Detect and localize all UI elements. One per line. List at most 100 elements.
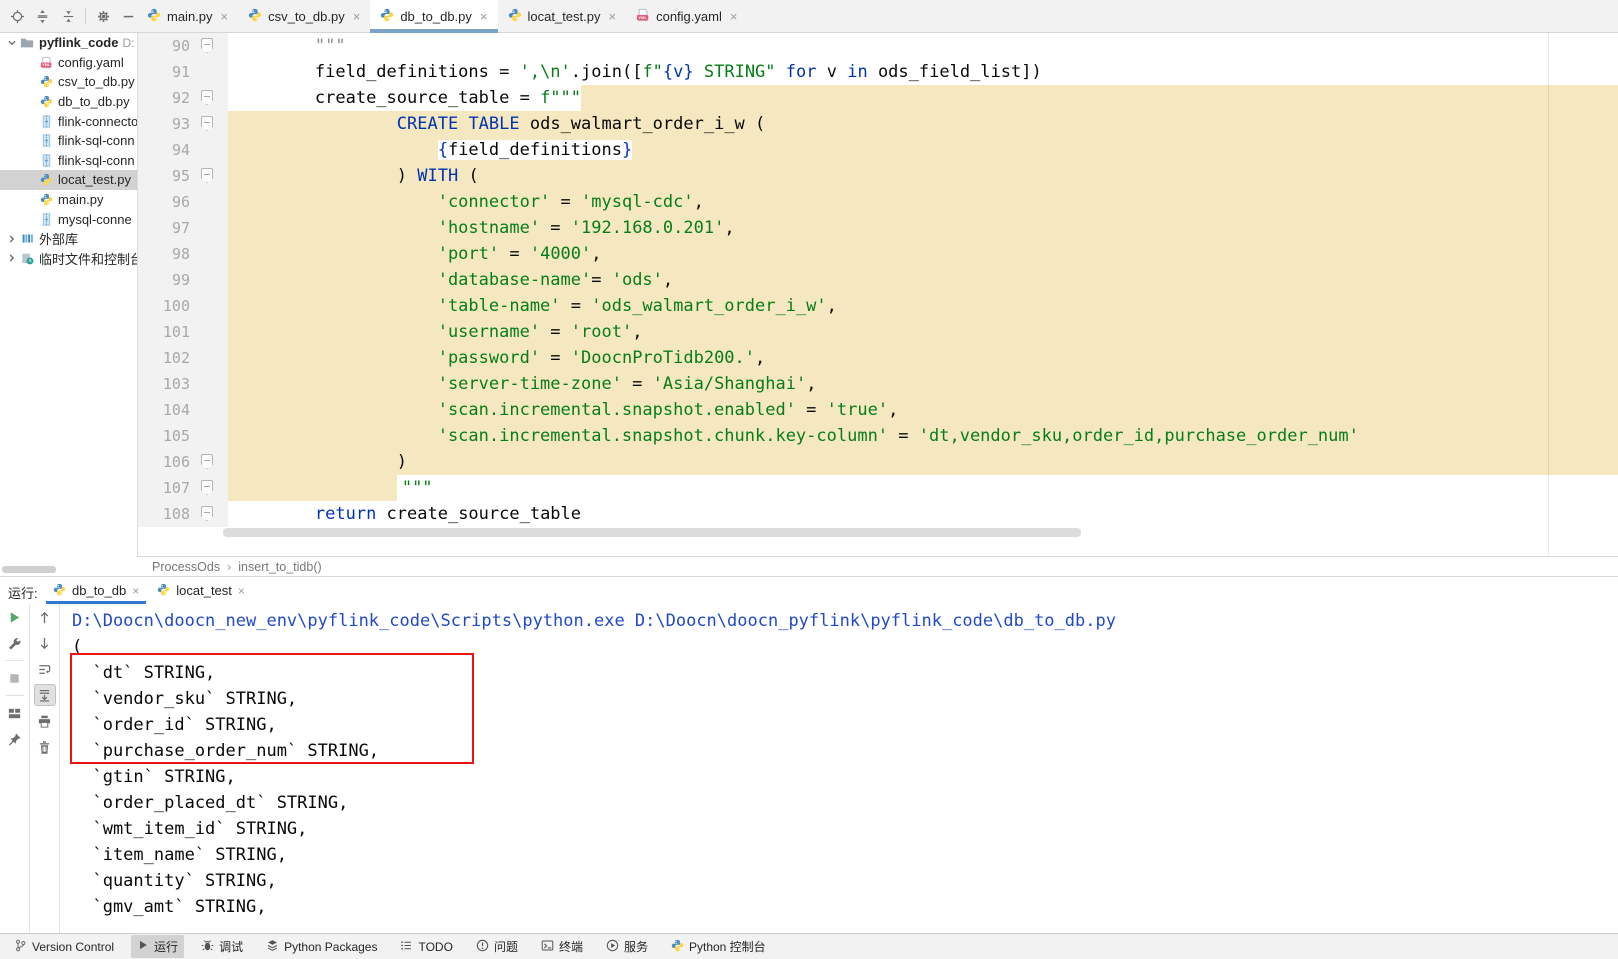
gutter-fold-column bbox=[194, 267, 228, 293]
pin-icon[interactable] bbox=[0, 726, 29, 752]
code-line-content[interactable]: """ bbox=[228, 33, 1618, 59]
chevron-right-icon[interactable] bbox=[5, 253, 19, 263]
code-line-content[interactable]: 'database-name'= 'ods', bbox=[228, 267, 1618, 293]
code-segment: in bbox=[847, 62, 868, 82]
todo-icon bbox=[400, 939, 413, 955]
code-line-content[interactable]: 'scan.incremental.snapshot.chunk.key-col… bbox=[228, 423, 1618, 449]
tree-item-locat_test.py[interactable]: locat_test.py bbox=[0, 170, 137, 190]
tab-config.yaml[interactable]: YML config.yaml × bbox=[626, 0, 747, 32]
code-segment: 'username' bbox=[437, 322, 541, 342]
chevron-down-icon[interactable] bbox=[5, 38, 19, 48]
arrow-down-icon[interactable] bbox=[30, 630, 59, 656]
stop-icon[interactable] bbox=[0, 665, 29, 691]
yaml-icon: YML bbox=[636, 8, 650, 25]
code-line-content[interactable]: 'server-time-zone' = 'Asia/Shanghai', bbox=[228, 371, 1618, 397]
close-icon[interactable]: × bbox=[221, 10, 229, 23]
tree-item-flink-sql-conn[interactable]: flink-sql-conn bbox=[0, 151, 137, 171]
code-line-content[interactable]: 'password' = 'DoocnProTidb200.', bbox=[228, 345, 1618, 371]
console-output[interactable]: D:\Doocn\doocn_new_env\pyflink_code\Scri… bbox=[60, 604, 1618, 933]
gear-icon[interactable] bbox=[95, 7, 111, 25]
project-hscrollbar-thumb[interactable] bbox=[2, 566, 56, 573]
code-line-content[interactable]: 'hostname' = '192.168.0.201', bbox=[228, 215, 1618, 241]
breadcrumb-item-class[interactable]: ProcessOds bbox=[152, 560, 220, 574]
status-item-Version Control[interactable]: Version Control bbox=[8, 936, 120, 958]
code-segment: .join([ bbox=[570, 62, 643, 82]
tab-main.py[interactable]: main.py × bbox=[137, 0, 238, 32]
code-line-content[interactable]: 'username' = 'root', bbox=[228, 319, 1618, 345]
status-item-Python 控制台[interactable]: Python 控制台 bbox=[665, 935, 772, 958]
tree-item-mysql-conne[interactable]: mysql-conne bbox=[0, 209, 137, 229]
fold-marker-icon[interactable] bbox=[201, 116, 213, 131]
fold-marker-icon[interactable] bbox=[201, 90, 213, 105]
code-line-content[interactable]: ) bbox=[228, 449, 1618, 475]
code-line-content[interactable]: return create_source_table bbox=[228, 501, 1618, 527]
tree-item-flink-sql-conn[interactable]: flink-sql-conn bbox=[0, 131, 137, 151]
close-icon[interactable]: × bbox=[609, 10, 617, 23]
rerun-play-icon[interactable] bbox=[0, 604, 29, 630]
status-bar: Version Control 运行 调试 Python Packages TODO 问题… bbox=[0, 933, 1618, 959]
scroll-to-end-icon[interactable] bbox=[33, 684, 56, 706]
code-line-content[interactable]: CREATE TABLE ods_walmart_order_i_w ( bbox=[228, 111, 1618, 137]
status-item-运行[interactable]: 运行 bbox=[131, 935, 185, 958]
hide-panel-icon[interactable] bbox=[121, 7, 137, 25]
code-line-content[interactable]: 'port' = '4000', bbox=[228, 241, 1618, 267]
close-icon[interactable]: × bbox=[730, 10, 738, 23]
code-line-content[interactable]: 'connector' = 'mysql-cdc', bbox=[228, 189, 1618, 215]
line-number: 107 bbox=[138, 475, 194, 501]
code-line-content[interactable]: 'scan.incremental.snapshot.enabled' = 't… bbox=[228, 397, 1618, 423]
code-segment: ) bbox=[396, 166, 418, 186]
code-editor[interactable]: 90 """ 91 field_definitions = ',\n'.join(… bbox=[137, 33, 1618, 556]
breadcrumb-item-method[interactable]: insert_to_tidb() bbox=[238, 560, 321, 574]
status-item-label: 问题 bbox=[493, 940, 518, 954]
code-line-content[interactable]: ) WITH ( bbox=[228, 163, 1618, 189]
gutter-fold-column bbox=[194, 85, 228, 111]
status-item-服务[interactable]: 服务 bbox=[600, 935, 654, 958]
chevron-right-icon[interactable] bbox=[5, 234, 19, 244]
close-icon[interactable]: × bbox=[480, 10, 488, 23]
locate-icon[interactable] bbox=[9, 7, 25, 25]
tree-root-pyflink_code[interactable]: pyflink_code D: bbox=[0, 33, 137, 53]
tree-item-flink-connecto[interactable]: flink-connecto bbox=[0, 111, 137, 131]
run-tab-locat_test[interactable]: locat_test × bbox=[148, 577, 254, 604]
tree-item-config.yaml[interactable]: YML config.yaml bbox=[0, 53, 137, 73]
tab-db_to_db.py[interactable]: db_to_db.py × bbox=[370, 0, 498, 33]
fold-marker-icon[interactable] bbox=[201, 506, 213, 521]
tree-item-main.py[interactable]: main.py bbox=[0, 190, 137, 210]
code-line-content[interactable]: {field_definitions} bbox=[228, 137, 1618, 163]
printer-icon[interactable] bbox=[30, 708, 59, 734]
tree-item-db_to_db.py[interactable]: db_to_db.py bbox=[0, 92, 137, 112]
tree-item-临时文件和控制台[interactable]: 临时文件和控制台 bbox=[0, 249, 137, 269]
arrow-up-icon[interactable] bbox=[30, 604, 59, 630]
fold-marker-icon[interactable] bbox=[201, 454, 213, 469]
restore-layout-icon[interactable] bbox=[0, 700, 29, 726]
tree-item-外部库[interactable]: 外部库 bbox=[0, 229, 137, 249]
gutter-fold-column bbox=[194, 189, 228, 215]
status-item-问题[interactable]: 问题 bbox=[470, 935, 524, 958]
code-line-content[interactable]: create_source_table = f""" bbox=[228, 85, 1618, 111]
code-line-content[interactable]: """ bbox=[228, 475, 1618, 501]
code-line-content[interactable]: 'table-name' = 'ods_walmart_order_i_w', bbox=[228, 293, 1618, 319]
fold-marker-icon[interactable] bbox=[201, 38, 213, 53]
status-item-调试[interactable]: 调试 bbox=[195, 935, 249, 958]
status-item-TODO[interactable]: TODO bbox=[394, 936, 458, 958]
fold-marker-icon[interactable] bbox=[201, 168, 213, 183]
editor-hscrollbar-thumb[interactable] bbox=[223, 528, 1081, 537]
tree-item-csv_to_db.py[interactable]: csv_to_db.py bbox=[0, 72, 137, 92]
code-line-content[interactable]: field_definitions = ',\n'.join([f"{v} ST… bbox=[228, 59, 1618, 85]
trash-icon[interactable] bbox=[30, 734, 59, 760]
wrench-icon[interactable] bbox=[0, 630, 29, 656]
status-item-终端[interactable]: 终端 bbox=[535, 935, 589, 958]
fold-marker-icon[interactable] bbox=[201, 480, 213, 495]
tab-locat_test.py[interactable]: locat_test.py × bbox=[498, 0, 627, 32]
code-segment: field_definitions bbox=[447, 140, 622, 160]
tab-csv_to_db.py[interactable]: csv_to_db.py × bbox=[238, 0, 370, 32]
close-icon[interactable]: × bbox=[132, 584, 139, 598]
close-icon[interactable]: × bbox=[353, 10, 361, 23]
python-icon bbox=[248, 8, 262, 25]
run-tab-db_to_db[interactable]: db_to_db × bbox=[44, 577, 148, 604]
collapse-all-icon[interactable] bbox=[60, 7, 76, 25]
close-icon[interactable]: × bbox=[238, 584, 245, 598]
status-item-Python Packages[interactable]: Python Packages bbox=[260, 936, 383, 958]
expand-all-icon[interactable] bbox=[34, 7, 50, 25]
soft-wrap-icon[interactable] bbox=[30, 656, 59, 682]
